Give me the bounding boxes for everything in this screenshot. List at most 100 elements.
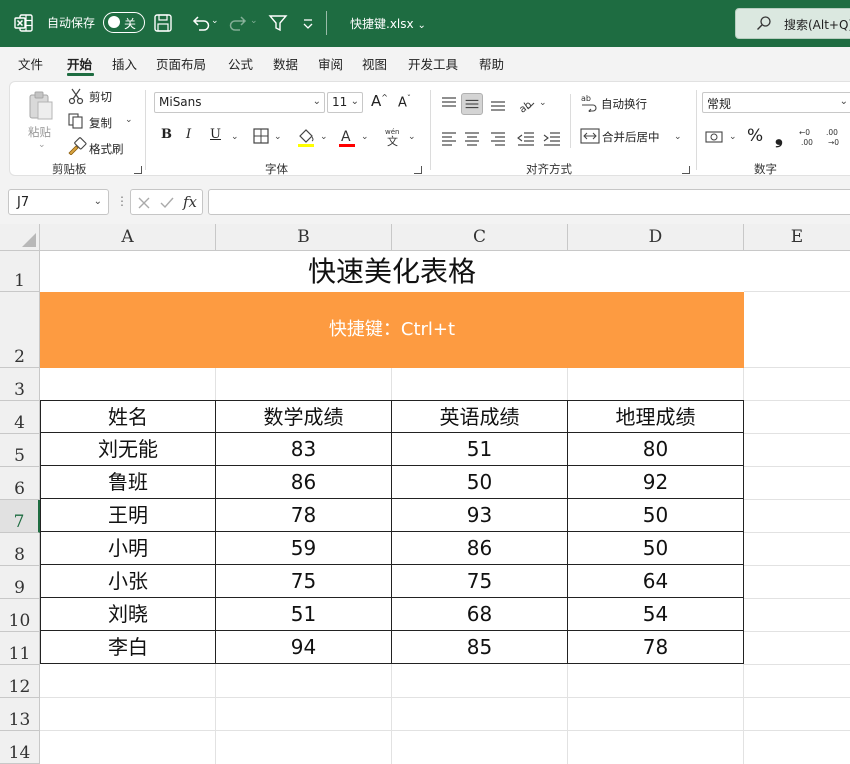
search-box[interactable]: 搜索(Alt+Q) xyxy=(735,8,850,39)
spreadsheet-grid[interactable]: A B C D E 1 2 3 4 5 6 7 8 9 10 11 12 13 … xyxy=(0,224,850,764)
table-cell[interactable]: 刘无能 xyxy=(40,433,216,466)
merge-dropdown-icon[interactable]: ⌄ xyxy=(674,132,682,142)
format-painter-button[interactable]: 格式刷 xyxy=(89,141,124,157)
align-top-icon[interactable] xyxy=(438,93,460,115)
name-box[interactable]: J7 ⌄ xyxy=(8,189,109,215)
bold-button[interactable]: B xyxy=(161,127,172,142)
align-bottom-icon[interactable] xyxy=(487,93,509,115)
fill-color-dropdown-icon[interactable]: ⌄ xyxy=(320,132,328,142)
more-options-icon[interactable]: ⋮ xyxy=(116,194,128,208)
row-header-14[interactable]: 14 xyxy=(0,731,40,764)
table-cell[interactable]: 78 xyxy=(568,631,744,664)
table-cell[interactable]: 64 xyxy=(568,565,744,598)
underline-dropdown-icon[interactable]: ⌄ xyxy=(231,132,239,142)
font-name-select[interactable]: MiSans ⌄ xyxy=(154,92,325,113)
autosave-toggle[interactable]: 关 xyxy=(103,12,145,33)
increase-font-size-icon[interactable]: A^ xyxy=(371,92,388,110)
table-cell[interactable]: 51 xyxy=(392,433,568,466)
undo-dropdown-icon[interactable]: ⌄ xyxy=(211,16,219,26)
table-header-cell[interactable]: 英语成绩 xyxy=(392,400,568,433)
formula-input[interactable] xyxy=(208,189,850,215)
table-cell[interactable]: 94 xyxy=(216,631,392,664)
table-cell[interactable]: 86 xyxy=(216,466,392,499)
underline-button[interactable]: U xyxy=(210,127,221,142)
align-middle-icon[interactable] xyxy=(461,93,483,115)
font-color-dropdown-icon[interactable]: ⌄ xyxy=(361,132,369,142)
decrease-decimal-icon[interactable]: .00 →0 xyxy=(826,127,848,147)
table-cell[interactable]: 75 xyxy=(216,565,392,598)
row-header-13[interactable]: 13 xyxy=(0,698,40,731)
redo-dropdown-icon[interactable]: ⌄ xyxy=(250,16,258,26)
increase-indent-icon[interactable] xyxy=(541,127,563,149)
cancel-icon[interactable] xyxy=(137,196,151,210)
merge-center-button[interactable]: 合并后居中 xyxy=(602,129,660,145)
file-name[interactable]: 快捷键.xlsx ⌄ xyxy=(350,15,426,32)
table-cell[interactable]: 93 xyxy=(392,499,568,532)
table-cell[interactable]: 鲁班 xyxy=(40,466,216,499)
table-cell[interactable]: 刘晓 xyxy=(40,598,216,631)
wrap-text-icon[interactable]: ab xyxy=(580,92,598,112)
table-cell[interactable]: 92 xyxy=(568,466,744,499)
table-cell[interactable]: 50 xyxy=(392,466,568,499)
table-header-cell[interactable]: 姓名 xyxy=(40,400,216,433)
row-header-9[interactable]: 9 xyxy=(0,566,40,599)
phonetic-dropdown-icon[interactable]: ⌄ xyxy=(408,132,416,142)
align-center-icon[interactable] xyxy=(461,127,483,149)
row-header-4[interactable]: 4 xyxy=(0,401,40,434)
borders-icon[interactable] xyxy=(252,127,270,145)
tab-formulas[interactable]: 公式 xyxy=(228,54,253,73)
row-header-7[interactable]: 7 xyxy=(0,500,40,533)
copy-icon[interactable] xyxy=(67,112,85,130)
row-header-11[interactable]: 11 xyxy=(0,632,40,665)
filter-icon[interactable] xyxy=(267,12,289,34)
row-header-10[interactable]: 10 xyxy=(0,599,40,632)
shortcut-banner-cell[interactable]: 快捷键：Ctrl+t xyxy=(40,292,744,368)
column-header-c[interactable]: C xyxy=(392,224,568,251)
accounting-format-icon[interactable] xyxy=(704,127,726,147)
alignment-launcher-icon[interactable] xyxy=(682,166,690,174)
column-header-b[interactable]: B xyxy=(216,224,392,251)
tab-file[interactable]: 文件 xyxy=(18,54,43,73)
font-color-icon[interactable]: A xyxy=(337,126,357,148)
table-cell[interactable]: 小明 xyxy=(40,532,216,565)
cut-icon[interactable] xyxy=(67,87,85,105)
save-icon[interactable] xyxy=(152,12,174,34)
undo-icon[interactable] xyxy=(190,12,212,34)
column-header-e[interactable]: E xyxy=(744,224,850,251)
enter-check-icon[interactable] xyxy=(159,196,175,210)
borders-dropdown-icon[interactable]: ⌄ xyxy=(274,132,282,142)
number-format-select[interactable]: 常规 ⌄ xyxy=(702,92,850,113)
row-header-5[interactable]: 5 xyxy=(0,434,40,467)
row-header-2[interactable]: 2 xyxy=(0,292,40,368)
paste-button[interactable]: 粘贴 xyxy=(28,124,51,140)
decrease-font-size-icon[interactable]: Aˇ xyxy=(398,94,411,110)
align-right-icon[interactable] xyxy=(487,127,509,149)
table-header-cell[interactable]: 数学成绩 xyxy=(216,400,392,433)
customize-toolbar-icon[interactable] xyxy=(297,12,319,34)
tab-home[interactable]: 开始 xyxy=(67,54,92,73)
sheet-title-cell[interactable]: 快速美化表格 xyxy=(40,251,744,292)
percent-style-button[interactable]: % xyxy=(747,126,763,146)
redo-icon[interactable] xyxy=(227,12,249,34)
comma-style-button[interactable]: ❟ xyxy=(775,124,783,148)
orientation-icon[interactable]: ab xyxy=(515,93,537,115)
row-header-12[interactable]: 12 xyxy=(0,665,40,698)
column-header-d[interactable]: D xyxy=(568,224,744,251)
insert-function-button[interactable]: fx xyxy=(183,193,197,211)
table-header-cell[interactable]: 地理成绩 xyxy=(568,400,744,433)
table-cell[interactable]: 54 xyxy=(568,598,744,631)
italic-button[interactable]: I xyxy=(186,127,191,142)
tab-page-layout[interactable]: 页面布局 xyxy=(156,54,206,73)
tab-review[interactable]: 审阅 xyxy=(318,54,343,73)
copy-dropdown-icon[interactable]: ⌄ xyxy=(125,115,133,125)
clipboard-launcher-icon[interactable] xyxy=(134,166,142,174)
tab-developer[interactable]: 开发工具 xyxy=(408,54,458,73)
orientation-dropdown-icon[interactable]: ⌄ xyxy=(539,98,547,108)
column-header-a[interactable]: A xyxy=(40,224,216,251)
decrease-indent-icon[interactable] xyxy=(515,127,537,149)
table-cell[interactable]: 68 xyxy=(392,598,568,631)
accounting-dropdown-icon[interactable]: ⌄ xyxy=(729,132,737,142)
align-left-icon[interactable] xyxy=(438,127,460,149)
fill-color-icon[interactable] xyxy=(296,126,316,148)
row-header-3[interactable]: 3 xyxy=(0,368,40,401)
